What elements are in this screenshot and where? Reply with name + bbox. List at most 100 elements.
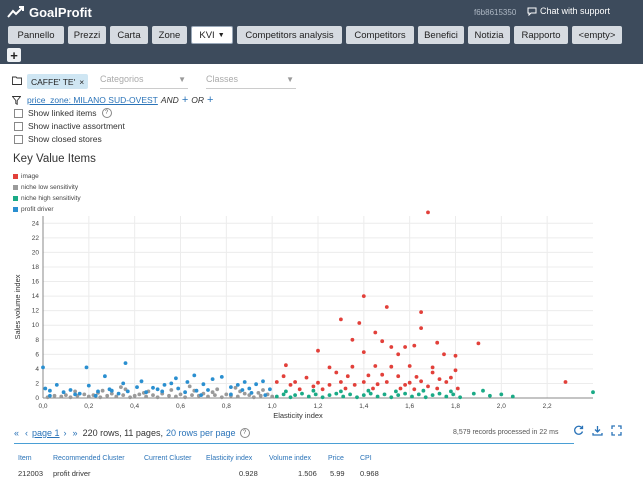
- page-link[interactable]: page 1: [32, 428, 60, 438]
- data-point-profit-driver[interactable]: [174, 376, 178, 381]
- data-point-profit-driver[interactable]: [144, 390, 149, 395]
- tab-notizia[interactable]: Notizia: [468, 26, 510, 44]
- tab-empty[interactable]: <empty>: [572, 26, 622, 44]
- data-point-profit-driver[interactable]: [219, 375, 224, 379]
- data-point-profit-driver[interactable]: [261, 379, 265, 384]
- data-point-profit-driver[interactable]: [162, 383, 167, 387]
- tab-zone[interactable]: Zone: [152, 26, 187, 44]
- data-point-profit-driver[interactable]: [73, 392, 77, 397]
- data-point-niche-low-sensitivity[interactable]: [235, 394, 240, 399]
- data-point-niche-high-sensitivity[interactable]: [444, 394, 449, 399]
- data-point-niche-low-sensitivity[interactable]: [121, 393, 126, 397]
- data-point-image[interactable]: [352, 383, 357, 387]
- data-point-niche-high-sensitivity[interactable]: [458, 395, 462, 400]
- data-point-profit-driver[interactable]: [103, 374, 107, 379]
- data-point-niche-low-sensitivity[interactable]: [251, 395, 256, 400]
- data-point-image[interactable]: [407, 380, 412, 385]
- data-point-image[interactable]: [281, 374, 286, 379]
- data-point-niche-low-sensitivity[interactable]: [105, 393, 110, 398]
- data-point-image[interactable]: [455, 386, 460, 391]
- data-point-profit-driver[interactable]: [194, 388, 199, 393]
- data-point-profit-driver[interactable]: [93, 393, 98, 398]
- data-point-niche-high-sensitivity[interactable]: [471, 391, 476, 396]
- data-point-image[interactable]: [339, 380, 343, 384]
- data-point-image[interactable]: [304, 375, 309, 380]
- data-point-image[interactable]: [396, 352, 401, 357]
- data-point-profit-driver[interactable]: [240, 388, 245, 392]
- data-point-profit-driver[interactable]: [125, 389, 130, 394]
- data-point-profit-driver[interactable]: [155, 387, 160, 392]
- data-point-image[interactable]: [476, 341, 481, 346]
- data-point-profit-driver[interactable]: [139, 379, 144, 384]
- add-tab-button[interactable]: +: [7, 48, 21, 62]
- data-point-image[interactable]: [412, 387, 417, 392]
- data-point-niche-low-sensitivity[interactable]: [137, 392, 142, 397]
- prev-page-icon[interactable]: ‹: [25, 428, 28, 438]
- data-point-profit-driver[interactable]: [135, 385, 139, 389]
- add-and-condition-button[interactable]: +: [182, 94, 188, 106]
- download-icon[interactable]: [592, 425, 603, 436]
- rows-per-page-link[interactable]: 20 rows per page: [166, 428, 236, 438]
- data-point-niche-high-sensitivity[interactable]: [348, 392, 352, 397]
- tab-kvi[interactable]: KVI ▼: [191, 26, 233, 44]
- data-point-image[interactable]: [274, 380, 279, 384]
- category-chip[interactable]: CAFFE' TE' ×: [27, 74, 89, 89]
- data-point-image[interactable]: [293, 380, 297, 384]
- data-point-niche-high-sensitivity[interactable]: [311, 388, 316, 393]
- data-point-niche-low-sensitivity[interactable]: [206, 394, 210, 399]
- legend-item[interactable]: niche high sensitivity: [13, 193, 81, 204]
- data-point-image[interactable]: [320, 387, 325, 392]
- data-point-image[interactable]: [288, 383, 293, 387]
- data-point-profit-driver[interactable]: [210, 377, 215, 381]
- categories-dropdown[interactable]: Categorios ▼: [100, 74, 188, 89]
- data-point-profit-driver[interactable]: [201, 382, 206, 387]
- data-point-niche-low-sensitivity[interactable]: [68, 395, 73, 400]
- data-point-profit-driver[interactable]: [229, 392, 233, 397]
- last-page-icon[interactable]: »: [73, 428, 78, 438]
- data-point-image[interactable]: [398, 386, 403, 391]
- data-point-niche-high-sensitivity[interactable]: [293, 393, 297, 397]
- app-logo[interactable]: GoalProfit: [7, 5, 92, 20]
- data-point-image[interactable]: [412, 343, 417, 348]
- data-point-niche-high-sensitivity[interactable]: [423, 395, 428, 400]
- data-point-niche-low-sensitivity[interactable]: [256, 391, 261, 395]
- data-point-profit-driver[interactable]: [107, 387, 112, 392]
- data-point-niche-high-sensitivity[interactable]: [320, 395, 325, 400]
- data-point-profit-driver[interactable]: [121, 381, 126, 386]
- data-point-image[interactable]: [373, 330, 378, 335]
- tab-competitors[interactable]: Competitors: [346, 26, 414, 44]
- data-point-profit-driver[interactable]: [183, 390, 188, 395]
- show-closed-checkbox[interactable]: Show closed stores: [14, 134, 102, 144]
- data-point-niche-low-sensitivity[interactable]: [219, 395, 224, 400]
- column-header[interactable]: Volume index: [269, 455, 311, 462]
- data-point-image[interactable]: [435, 340, 440, 345]
- column-header[interactable]: Current Cluster: [144, 455, 191, 462]
- data-point-profit-driver[interactable]: [242, 380, 247, 384]
- data-point-image[interactable]: [403, 383, 407, 387]
- data-point-image[interactable]: [361, 350, 366, 354]
- data-point-profit-driver[interactable]: [86, 383, 91, 388]
- data-point-image[interactable]: [389, 345, 394, 349]
- data-point-niche-high-sensitivity[interactable]: [416, 392, 421, 397]
- data-point-niche-high-sensitivity[interactable]: [366, 388, 371, 393]
- data-point-niche-high-sensitivity[interactable]: [389, 395, 394, 400]
- column-header[interactable]: Recommended Cluster: [53, 455, 125, 462]
- data-point-image[interactable]: [361, 380, 366, 384]
- data-point-niche-high-sensitivity[interactable]: [341, 394, 346, 399]
- data-point-niche-low-sensitivity[interactable]: [215, 387, 220, 392]
- data-point-niche-low-sensitivity[interactable]: [144, 394, 149, 399]
- data-point-profit-driver[interactable]: [268, 387, 272, 392]
- data-point-niche-high-sensitivity[interactable]: [481, 388, 485, 393]
- data-point-niche-high-sensitivity[interactable]: [382, 392, 387, 397]
- fullscreen-icon[interactable]: [611, 425, 622, 436]
- data-point-image[interactable]: [345, 374, 350, 379]
- data-point-niche-high-sensitivity[interactable]: [375, 394, 380, 399]
- help-icon[interactable]: ?: [101, 108, 112, 118]
- data-point-profit-driver[interactable]: [41, 365, 45, 370]
- tab-rapporto[interactable]: Rapporto: [514, 26, 568, 44]
- data-point-image[interactable]: [414, 375, 419, 379]
- tab-benefici[interactable]: Benefici: [418, 26, 464, 44]
- column-header[interactable]: Price: [328, 455, 344, 462]
- data-point-profit-driver[interactable]: [48, 393, 52, 398]
- data-point-niche-high-sensitivity[interactable]: [430, 393, 435, 397]
